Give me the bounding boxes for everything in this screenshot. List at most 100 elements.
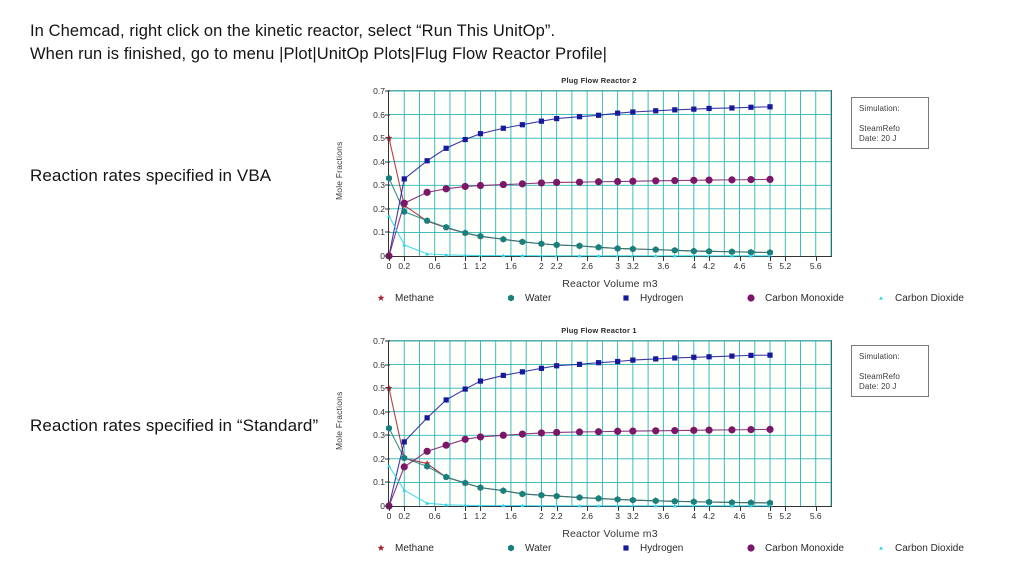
simulation-name: SteamRefo [859,124,900,133]
simulation-info-box: Simulation: SteamRefo Date: 20 J [851,97,929,149]
y-axis-tick-label: 0.3 [373,180,385,191]
x-axis-tick-mark [770,256,772,261]
simulation-label: Simulation: [859,104,900,113]
x-axis-tick-label: 2.6 [581,261,594,271]
y-axis-tick-mark [385,208,390,210]
x-axis-tick-mark [785,506,787,511]
legend-marker-icon [374,292,388,304]
y-axis-tick-mark [385,231,390,233]
legend-marker-icon [504,292,518,304]
y-axis-tick-label: 0.4 [373,406,385,417]
x-axis-tick-mark [404,506,406,511]
x-axis-tick-label: 5 [767,511,773,521]
y-axis-tick-mark [385,458,390,460]
x-axis-tick-mark [556,506,558,511]
y-axis-tick-mark [385,387,390,389]
simulation-label: Simulation: [859,352,900,361]
x-axis-tick-label: 4.2 [703,511,715,521]
x-axis-tick-mark [434,256,436,261]
y-axis-label: Mole Fractions [334,141,344,201]
y-axis-tick-mark [385,340,390,342]
x-axis-tick-label: 5 [767,261,773,271]
legend-item-methane: Methane [374,292,434,304]
plot-area: 0 0.1 0.2 0.3 0.4 0.5 0.6 0.7 0 0.2 0.6 1 1.2 1.6 2 2.2… [373,336,832,521]
chart-title: Plug Flow Reactor 2 [561,76,637,85]
y-axis-tick-mark [385,161,390,163]
plot-area-wrapper: 0 0.1 0.2 0.3 0.4 0.5 0.6 0.7 0 0.2 0.6 1 1.2 1.6 2 2.2… [373,86,832,271]
x-axis-tick-label: 5.2 [779,261,792,271]
y-axis-tick-label: 0.3 [373,430,385,441]
x-axis-label: Reactor Volume m3 [562,278,658,290]
x-axis-tick-label: 3.6 [657,511,670,521]
y-axis-tick-mark [385,90,390,92]
legend-item-carbon-monoxide: Carbon Monoxide [744,542,844,554]
y-axis-tick-mark [385,411,390,413]
x-axis-tick-label: 0.6 [428,261,441,271]
x-axis-tick-mark [632,256,634,261]
legend-marker-icon [874,292,888,304]
y-axis-tick-label: 0.4 [373,156,385,167]
x-axis-tick-mark [693,256,695,261]
y-axis-tick-label: 0.6 [373,109,385,120]
legend-label: Carbon Monoxide [765,542,844,554]
x-axis-tick-mark [480,256,482,261]
legend-marker-icon [374,542,388,554]
legend-marker-icon [619,292,633,304]
x-axis-tick-mark [815,506,817,511]
x-axis-tick-label: 0 [386,261,392,271]
legend-item-carbon-monoxide: Carbon Monoxide [744,292,844,304]
y-axis-tick-mark [385,184,390,186]
chart-legend: Methane Water Hydrogen Carbon Monoxide Carbo… [374,292,964,308]
caption-chart-2: Reaction rates specified in “Standard” [30,416,319,435]
legend-label: Hydrogen [640,292,684,304]
x-axis-tick-label: 5.6 [809,261,822,271]
x-axis-tick-label: 2 [539,511,544,521]
x-axis-tick-mark [785,256,787,261]
x-axis-tick-label: 4 [691,261,697,271]
y-axis-tick-label: 0.2 [373,203,385,214]
legend-label: Hydrogen [640,542,684,554]
x-axis-tick-label: 2.6 [581,511,594,521]
x-axis-tick-mark [404,256,406,261]
legend-marker-icon [504,542,518,554]
x-axis-tick-mark [541,256,543,261]
chart-legend: Methane Water Hydrogen Carbon Monoxide Carbo… [374,542,964,558]
instruction-line-1: In Chemcad, right click on the kinetic r… [30,22,556,40]
legend-label: Methane [395,292,434,304]
legend-marker-icon [874,542,888,554]
x-axis-tick-label: 2.2 [550,511,563,521]
x-axis-label: Reactor Volume m3 [562,528,658,540]
y-axis-tick-label: 0.1 [373,477,385,488]
legend-item-water: Water [504,542,551,554]
x-axis-tick-mark [709,256,711,261]
x-axis-tick-label: 0.6 [428,511,441,521]
x-axis-tick-label: 0 [386,511,392,521]
x-axis-tick-mark [663,506,665,511]
x-axis-tick-label: 3 [615,511,620,521]
caption-chart-1: Reaction rates specified in VBA [30,166,272,185]
x-axis-tick-mark [556,256,558,261]
legend-marker-icon [619,542,633,554]
x-axis-tick-label: 1 [462,511,468,521]
legend-marker-icon [744,292,758,304]
legend-item-water: Water [504,292,551,304]
simulation-date: Date: 20 J [859,382,897,391]
legend-item-carbon-dioxide: Carbon Dioxide [874,542,964,554]
y-axis-tick-label: 0.5 [373,383,385,394]
slide-canvas: In Chemcad, right click on the kinetic r… [0,0,1024,576]
x-axis-tick-mark [389,256,390,261]
y-axis-tick-mark [385,114,390,116]
x-axis-tick-label: 4 [691,511,697,521]
legend-item-carbon-dioxide: Carbon Dioxide [874,292,964,304]
legend-item-hydrogen: Hydrogen [619,542,683,554]
x-axis-tick-label: 1.2 [474,511,487,521]
plot-area: 0 0.1 0.2 0.3 0.4 0.5 0.6 0.7 0 0.2 0.6 1 1.2 1.6 2 2.2… [373,86,832,271]
x-axis-tick-label: 3.2 [626,511,639,521]
x-axis-tick-label: 5.6 [809,511,822,521]
y-axis-tick-label: 0.2 [373,453,385,464]
x-axis-tick-label: 1 [462,261,468,271]
x-axis-tick-label: 5.2 [779,511,792,521]
x-axis-tick-label: 3.2 [626,261,639,271]
instruction-line-2: When run is finished, go to menu |Plot|U… [30,45,608,64]
y-axis-tick-label: 0.7 [373,336,385,346]
